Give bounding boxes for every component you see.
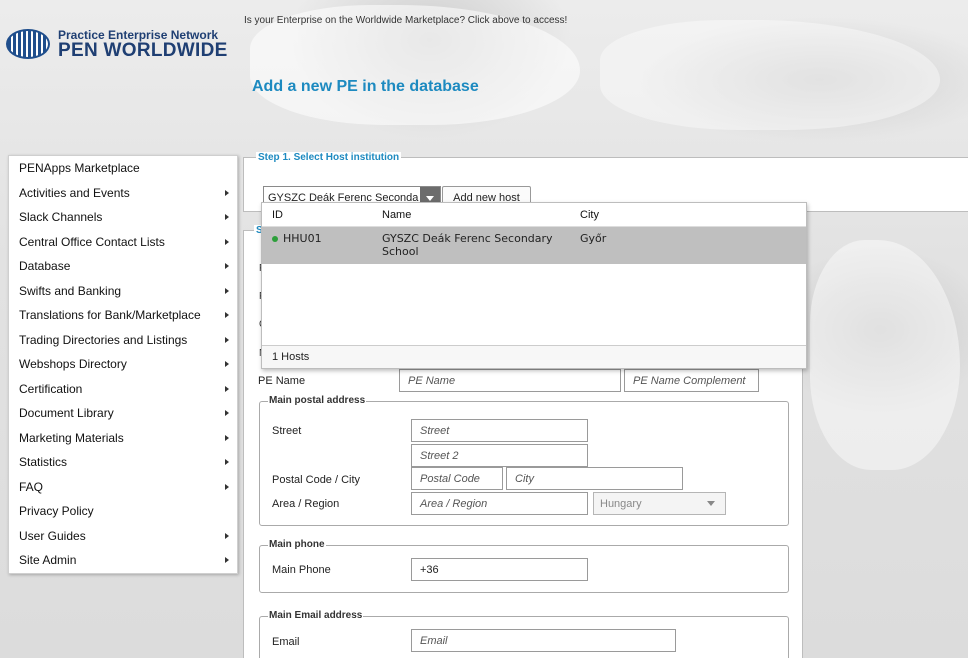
pe-name-complement-input[interactable]: PE Name Complement bbox=[624, 369, 759, 392]
sidebar-item-label: Activities and Events bbox=[19, 185, 130, 200]
street-input[interactable]: Street bbox=[411, 419, 588, 442]
caret-right-icon bbox=[225, 336, 229, 343]
sidebar-item[interactable]: Database bbox=[9, 254, 237, 279]
sidebar-item[interactable]: Central Office Contact Lists bbox=[9, 230, 237, 255]
sidebar-item[interactable]: Webshops Directory bbox=[9, 352, 237, 377]
dropdown-footer-count: 1 Hosts bbox=[262, 345, 806, 368]
caret-right-icon bbox=[225, 459, 229, 466]
pen-worldwide-logo[interactable]: Practice Enterprise Network PEN WORLDWID… bbox=[6, 22, 231, 66]
area-region-input[interactable]: Area / Region bbox=[411, 492, 588, 515]
logo-tagline: Practice Enterprise Network bbox=[58, 27, 219, 42]
host-name: GYSZC Deák Ferenc Secondary School bbox=[382, 232, 553, 258]
sidebar-menu: PENApps Marketplace Activities and Events… bbox=[8, 155, 238, 574]
sidebar-item-label: Database bbox=[19, 259, 71, 274]
sidebar-item[interactable]: Privacy Policy bbox=[9, 499, 237, 524]
pe-name-input[interactable]: PE Name bbox=[399, 369, 621, 392]
sidebar-item-label: Site Admin bbox=[19, 553, 77, 568]
sidebar-item-label: Slack Channels bbox=[19, 210, 103, 225]
sidebar-item[interactable]: Document Library bbox=[9, 401, 237, 426]
sidebar-item[interactable]: Trading Directories and Listings bbox=[9, 328, 237, 353]
sidebar-item-label: FAQ bbox=[19, 479, 44, 494]
caret-right-icon bbox=[225, 434, 229, 441]
country-select[interactable]: Hungary bbox=[593, 492, 726, 515]
caret-right-icon bbox=[225, 557, 229, 564]
sidebar-item[interactable]: Translations for Bank/Marketplace bbox=[9, 303, 237, 328]
sidebar-item[interactable]: Statistics bbox=[9, 450, 237, 475]
host-city: Győr bbox=[580, 232, 607, 245]
sidebar-item[interactable]: FAQ bbox=[9, 475, 237, 500]
sidebar-item-label: Trading Directories and Listings bbox=[19, 332, 188, 347]
sidebar-item-label: Marketing Materials bbox=[19, 430, 124, 445]
main-email-fieldset: Main Email address Email Email bbox=[259, 610, 789, 658]
postal-city-label: Postal Code / City bbox=[272, 474, 361, 486]
caret-right-icon bbox=[225, 410, 229, 417]
caret-right-icon bbox=[225, 361, 229, 368]
street2-input[interactable]: Street 2 bbox=[411, 444, 588, 467]
sidebar-item[interactable]: PENApps Marketplace bbox=[9, 156, 237, 181]
main-phone-label: Main Phone bbox=[272, 564, 331, 576]
city-input[interactable]: City bbox=[506, 467, 683, 490]
sidebar-item[interactable]: Slack Channels bbox=[9, 205, 237, 230]
sidebar-item-label: Statistics bbox=[19, 455, 68, 470]
sidebar-item-label: User Guides bbox=[19, 528, 86, 543]
postal-legend: Main postal address bbox=[268, 395, 367, 406]
step1-legend: Step 1. Select Host institution bbox=[256, 152, 402, 163]
sidebar-item-label: Certification bbox=[19, 381, 83, 396]
column-header-id: ID bbox=[272, 208, 283, 221]
phone-legend: Main phone bbox=[268, 539, 326, 550]
email-legend: Main Email address bbox=[268, 610, 364, 621]
sidebar-item-label: Translations for Bank/Marketplace bbox=[19, 308, 201, 323]
caret-right-icon bbox=[225, 312, 229, 319]
sidebar-item[interactable]: Swifts and Banking bbox=[9, 279, 237, 304]
sidebar-item[interactable]: Activities and Events bbox=[9, 181, 237, 206]
email-label: Email bbox=[272, 636, 300, 648]
caret-right-icon bbox=[225, 287, 229, 294]
status-dot-icon bbox=[272, 235, 278, 242]
logo-title: PEN WORLDWIDE bbox=[58, 39, 228, 61]
sidebar-item-label: PENApps Marketplace bbox=[19, 161, 140, 176]
dropdown-header: ID Name City bbox=[262, 203, 806, 227]
chevron-down-icon bbox=[707, 501, 715, 506]
caret-right-icon bbox=[225, 214, 229, 221]
street-label: Street bbox=[272, 425, 302, 437]
marketplace-notice: Is your Enterprise on the Worldwide Mark… bbox=[244, 15, 568, 26]
caret-right-icon bbox=[225, 263, 229, 270]
page-title: Add a new PE in the database bbox=[252, 78, 479, 95]
sidebar-item-label: Swifts and Banking bbox=[19, 283, 122, 298]
table-row[interactable]: HHU01 GYSZC Deák Ferenc Secondary School… bbox=[262, 227, 806, 264]
sidebar-item-label: Central Office Contact Lists bbox=[19, 234, 165, 249]
postal-address-fieldset: Main postal address Street Street Street… bbox=[259, 395, 789, 526]
pe-name-label: PE Name bbox=[258, 375, 306, 387]
area-region-label: Area / Region bbox=[272, 498, 340, 510]
column-header-name: Name bbox=[382, 208, 412, 221]
sidebar-item[interactable]: Site Admin bbox=[9, 548, 237, 573]
caret-right-icon bbox=[225, 189, 229, 196]
caret-right-icon bbox=[225, 532, 229, 539]
caret-right-icon bbox=[225, 483, 229, 490]
sidebar-item[interactable]: Certification bbox=[9, 377, 237, 402]
sidebar-item[interactable]: Marketing Materials bbox=[9, 426, 237, 451]
globe-icon bbox=[6, 29, 50, 59]
main-phone-fieldset: Main phone Main Phone +36 bbox=[259, 539, 789, 593]
email-input[interactable]: Email bbox=[411, 629, 676, 652]
main-phone-input[interactable]: +36 bbox=[411, 558, 588, 581]
sidebar-item-label: Privacy Policy bbox=[19, 504, 94, 519]
host-dropdown-list: ID Name City HHU01 GYSZC Deák Ferenc Sec… bbox=[261, 202, 807, 369]
postal-code-input[interactable]: Postal Code bbox=[411, 467, 503, 490]
host-id: HHU01 bbox=[283, 232, 322, 245]
country-select-value: Hungary bbox=[600, 497, 642, 510]
caret-right-icon bbox=[225, 385, 229, 392]
sidebar-item-label: Webshops Directory bbox=[19, 357, 127, 372]
sidebar-item-label: Document Library bbox=[19, 406, 114, 421]
caret-right-icon bbox=[225, 238, 229, 245]
sidebar-item[interactable]: User Guides bbox=[9, 524, 237, 549]
column-header-city: City bbox=[580, 208, 599, 221]
